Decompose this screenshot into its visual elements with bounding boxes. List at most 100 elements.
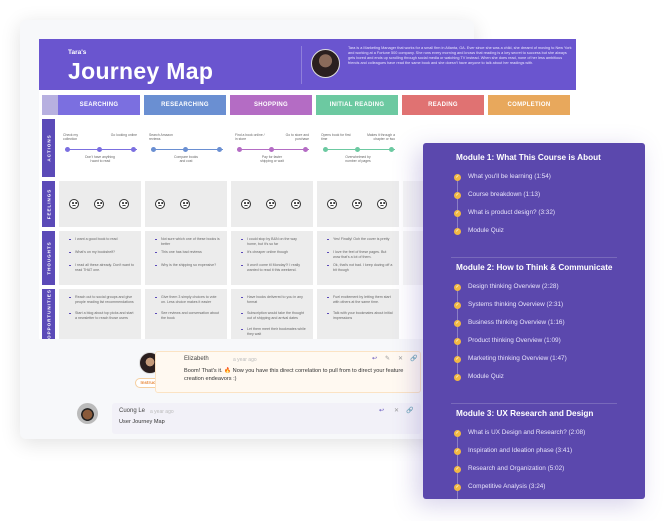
stage-header: SEARCHING: [58, 95, 140, 115]
thought-item: I want a good book to read: [69, 237, 135, 242]
check-circle-icon: ✓: [454, 338, 461, 345]
persona-name: Tara's: [68, 49, 87, 56]
actions-cell: Check my collection Go looking online Don'…: [59, 119, 143, 177]
course-outline-panel: Module 1: What This Course is About ✓ What…: [423, 143, 645, 499]
action-text: Go looking online: [110, 133, 137, 137]
stage-header: SHOPPING: [230, 95, 312, 115]
action-text: Go to store and purchase: [285, 133, 309, 141]
timeline-dot: [131, 147, 136, 152]
sad-face-icon: [119, 199, 129, 209]
journey-map-title: Journey Map: [68, 58, 214, 84]
comment-author[interactable]: Cuong Le: [119, 408, 145, 414]
row-label-actions: ACTIONS: [42, 119, 55, 177]
module-title[interactable]: Module 1: What This Course is About: [456, 153, 601, 162]
module-title[interactable]: Module 2: How to Think & Communicate: [456, 263, 612, 272]
thought-item: What's on my bookshelf?: [69, 250, 135, 255]
stage-header: COMPLETION: [488, 95, 570, 115]
lesson-label: Product thinking Overview (1:09): [468, 337, 561, 344]
lesson-label: Design thinking Overview (2:28): [468, 283, 559, 290]
link-icon[interactable]: 🔗: [406, 407, 413, 414]
thoughts-cell: I want a good book to read What's on my b…: [59, 231, 141, 285]
actions-cell: Opens book for first time Makes it throug…: [317, 119, 401, 177]
action-text: Overwhelmed by number of pages: [345, 155, 371, 163]
module-divider: [451, 257, 617, 258]
delete-icon[interactable]: ✕: [398, 355, 403, 362]
thought-item: I could stop by B&N on the way home, but…: [241, 237, 307, 246]
opportunities-cell: Have books delivered to you in any forma…: [231, 289, 313, 339]
thought-item: Why is the shipping so expensive?: [155, 263, 221, 268]
timeline-dot: [183, 147, 188, 152]
cuong-avatar[interactable]: [77, 403, 98, 424]
timeline-dot: [237, 147, 242, 152]
persona-bio: Tara is a Marketing Manager that works f…: [348, 46, 572, 65]
action-text: Find a book online / in store: [235, 133, 265, 141]
stage-headers: SEARCHING RESEARCHING SHOPPING INITIAL READ…: [39, 95, 576, 116]
opportunity-item: Talk with your bookmates about initial i…: [327, 311, 393, 320]
check-circle-icon: ✓: [454, 356, 461, 363]
module-divider: [451, 403, 617, 404]
sad-face-icon: [291, 199, 301, 209]
edit-icon[interactable]: ✎: [385, 355, 390, 362]
check-circle-icon: ✓: [454, 430, 461, 437]
action-text: Don't have anything I want to read: [85, 155, 115, 163]
opportunity-item: See reviews and conversation about the b…: [155, 311, 221, 320]
module-title[interactable]: Module 3: UX Research and Design: [456, 409, 593, 418]
journey-map-header: Tara's Journey Map Tara is a Marketing M…: [39, 39, 576, 90]
sad-face-icon: [241, 199, 251, 209]
thought-item: It's cheaper online though: [241, 250, 307, 255]
sad-face-icon: [377, 199, 387, 209]
check-circle-icon: ✓: [454, 374, 461, 381]
check-circle-icon: ✓: [454, 284, 461, 291]
timeline-dot: [151, 147, 156, 152]
comment-body: Boom! That's it. 🔥 Now you have this dir…: [184, 368, 404, 382]
action-text: Compare books and cost: [174, 155, 198, 163]
row-label-feelings: FEELINGS: [42, 181, 55, 227]
reply-icon[interactable]: ↩: [372, 355, 377, 362]
opportunity-item: Have books delivered to you in any forma…: [241, 295, 307, 304]
thought-item: Not sure which one of these books is bet…: [155, 237, 221, 246]
check-circle-icon: ✓: [454, 320, 461, 327]
action-text: Check my collection: [63, 133, 79, 141]
actions-cell: Search Amazon reviews Compare books and c…: [145, 119, 229, 177]
check-circle-icon: ✓: [454, 192, 461, 199]
sad-face-icon: [180, 199, 190, 209]
feelings-cell: [317, 181, 399, 227]
feelings-cell: [59, 181, 141, 227]
action-text: Search Amazon reviews: [149, 133, 173, 141]
opportunity-item: Reach out to social groups and give peop…: [69, 295, 135, 304]
sad-face-icon: [94, 199, 104, 209]
check-circle-icon: ✓: [454, 228, 461, 235]
lesson-label: Systems thinking Overview (2:31): [468, 301, 564, 308]
thoughts-cell: Not sure which one of these books is bet…: [145, 231, 227, 285]
stage-header: READING: [402, 95, 484, 115]
delete-icon[interactable]: ✕: [394, 407, 399, 414]
row-label-opportunities: OPPORTUNITIES: [42, 289, 55, 339]
thought-item: This one has bad reviews: [155, 250, 221, 255]
lesson-connector: [457, 287, 458, 377]
link-icon[interactable]: 🔗: [410, 355, 417, 362]
opportunity-item: Give them 3 simply choices to vote on. L…: [155, 295, 221, 304]
thought-item: It won't come til Monday?! I really want…: [241, 263, 307, 272]
lesson-label: Research and Organization (5:02): [468, 465, 565, 472]
comment-body: User Journey Map: [119, 419, 165, 425]
reply-icon[interactable]: ↩: [379, 407, 384, 414]
lesson-label: What is UX Design and Research? (2:08): [468, 429, 586, 436]
lesson-label: Course breakdown (1:13): [468, 191, 541, 198]
comment-cuong: Cuong Le a year ago User Journey Map ↩ ✕…: [112, 403, 421, 434]
timeline-dot: [269, 147, 274, 152]
sad-face-icon: [327, 199, 337, 209]
thought-item: Yes! Finally! Ooh the cover is pretty: [327, 237, 393, 242]
action-text: Pay for faster shipping or wait: [260, 155, 284, 163]
sad-face-icon: [352, 199, 362, 209]
check-circle-icon: ✓: [454, 210, 461, 217]
timeline-dot: [323, 147, 328, 152]
feelings-cell: [145, 181, 227, 227]
feelings-cell: [231, 181, 313, 227]
lesson-label: Module Quiz: [468, 227, 504, 234]
comment-author[interactable]: Elizabeth: [184, 356, 209, 362]
stage-header: RESEARCHING: [144, 95, 226, 115]
row-label-thoughts: THOUGHTS: [42, 231, 55, 285]
comment-time: a year ago: [150, 409, 174, 415]
timeline-dot: [217, 147, 222, 152]
lesson-connector: [457, 177, 458, 231]
